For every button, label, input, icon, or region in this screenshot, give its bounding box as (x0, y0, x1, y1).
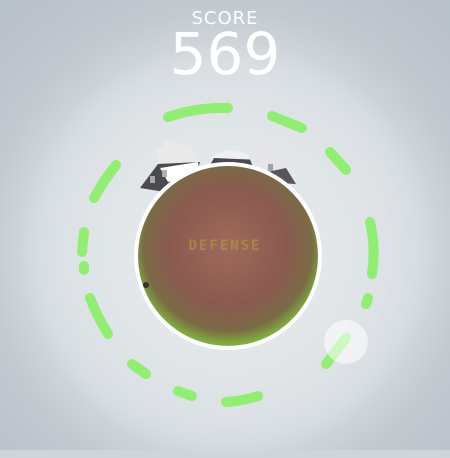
shield-segment (85, 293, 113, 339)
shield-segment (221, 391, 263, 407)
planet (134, 162, 322, 350)
game-scene (77, 102, 379, 407)
shield-segment (163, 102, 233, 122)
shield-segment (77, 227, 89, 257)
shield-segment (173, 386, 197, 401)
shield-segment (267, 111, 307, 133)
logo-title: DEFENSE (188, 238, 262, 254)
fire-button[interactable] (324, 320, 368, 364)
game-logo: DEFENSE (150, 238, 300, 254)
shield-segment (127, 359, 151, 379)
shield-segment (89, 160, 121, 203)
shield-segment (365, 217, 379, 279)
shield-segment (361, 293, 373, 309)
shield-segment (325, 147, 351, 175)
